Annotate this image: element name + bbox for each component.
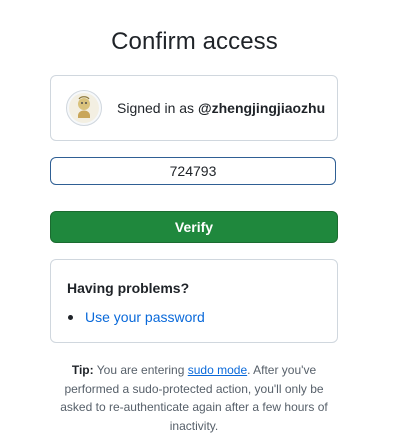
signed-in-prefix: Signed in as [117, 100, 195, 116]
page-title: Confirm access [111, 28, 278, 55]
problems-box: Having problems? Use your password [50, 259, 338, 343]
use-password-link[interactable]: Use your password [85, 309, 205, 325]
problems-list: Use your password [67, 309, 205, 325]
signed-in-text: Signed in as @zhengjingjiaozhu [117, 100, 325, 116]
sudo-mode-link[interactable]: sudo mode [188, 363, 247, 377]
avatar-image [69, 93, 99, 123]
verify-button[interactable]: Verify [50, 211, 338, 243]
tip-text-before: You are entering [96, 363, 185, 377]
avatar[interactable] [66, 90, 102, 126]
bullet-icon [68, 314, 73, 320]
problems-title: Having problems? [67, 280, 190, 296]
sudo-tip: Tip: You are entering sudo mode. After y… [60, 361, 328, 435]
signed-in-card: Signed in as @zhengjingjiaozhu [50, 75, 338, 141]
otp-input[interactable] [50, 157, 336, 185]
username: @zhengjingjiaozhu [197, 100, 326, 116]
tip-label: Tip: [71, 363, 94, 377]
